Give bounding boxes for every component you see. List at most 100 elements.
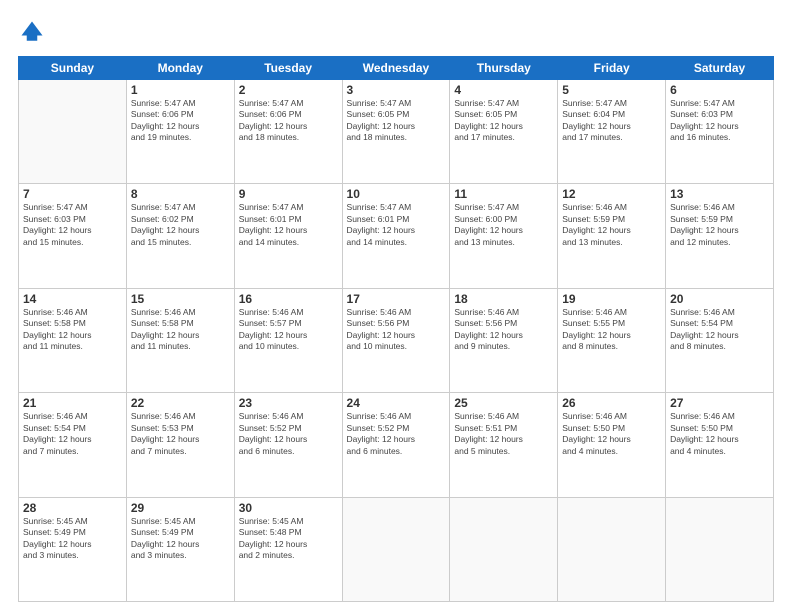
day-info: Sunrise: 5:47 AM Sunset: 6:06 PM Dayligh… xyxy=(131,98,230,144)
col-monday: Monday xyxy=(126,57,234,80)
col-thursday: Thursday xyxy=(450,57,558,80)
table-cell: 7Sunrise: 5:47 AM Sunset: 6:03 PM Daylig… xyxy=(19,184,127,288)
table-cell: 1Sunrise: 5:47 AM Sunset: 6:06 PM Daylig… xyxy=(126,80,234,184)
col-friday: Friday xyxy=(558,57,666,80)
day-number: 28 xyxy=(23,501,122,515)
day-info: Sunrise: 5:46 AM Sunset: 5:52 PM Dayligh… xyxy=(239,411,338,457)
table-cell: 20Sunrise: 5:46 AM Sunset: 5:54 PM Dayli… xyxy=(666,288,774,392)
week-row-3: 14Sunrise: 5:46 AM Sunset: 5:58 PM Dayli… xyxy=(19,288,774,392)
table-cell xyxy=(666,497,774,601)
table-cell: 23Sunrise: 5:46 AM Sunset: 5:52 PM Dayli… xyxy=(234,393,342,497)
table-cell: 25Sunrise: 5:46 AM Sunset: 5:51 PM Dayli… xyxy=(450,393,558,497)
day-number: 9 xyxy=(239,187,338,201)
table-cell xyxy=(558,497,666,601)
day-number: 11 xyxy=(454,187,553,201)
calendar-table: Sunday Monday Tuesday Wednesday Thursday… xyxy=(18,56,774,602)
day-info: Sunrise: 5:46 AM Sunset: 5:56 PM Dayligh… xyxy=(454,307,553,353)
day-info: Sunrise: 5:46 AM Sunset: 5:58 PM Dayligh… xyxy=(23,307,122,353)
table-cell: 9Sunrise: 5:47 AM Sunset: 6:01 PM Daylig… xyxy=(234,184,342,288)
day-number: 6 xyxy=(670,83,769,97)
day-number: 25 xyxy=(454,396,553,410)
table-cell: 30Sunrise: 5:45 AM Sunset: 5:48 PM Dayli… xyxy=(234,497,342,601)
day-info: Sunrise: 5:47 AM Sunset: 6:04 PM Dayligh… xyxy=(562,98,661,144)
day-info: Sunrise: 5:46 AM Sunset: 5:52 PM Dayligh… xyxy=(347,411,446,457)
day-info: Sunrise: 5:46 AM Sunset: 5:53 PM Dayligh… xyxy=(131,411,230,457)
day-info: Sunrise: 5:46 AM Sunset: 5:58 PM Dayligh… xyxy=(131,307,230,353)
table-cell: 22Sunrise: 5:46 AM Sunset: 5:53 PM Dayli… xyxy=(126,393,234,497)
day-number: 15 xyxy=(131,292,230,306)
logo-icon xyxy=(18,18,46,46)
day-number: 8 xyxy=(131,187,230,201)
day-number: 4 xyxy=(454,83,553,97)
table-cell: 16Sunrise: 5:46 AM Sunset: 5:57 PM Dayli… xyxy=(234,288,342,392)
col-wednesday: Wednesday xyxy=(342,57,450,80)
table-cell: 10Sunrise: 5:47 AM Sunset: 6:01 PM Dayli… xyxy=(342,184,450,288)
week-row-2: 7Sunrise: 5:47 AM Sunset: 6:03 PM Daylig… xyxy=(19,184,774,288)
header xyxy=(18,18,774,46)
table-cell: 2Sunrise: 5:47 AM Sunset: 6:06 PM Daylig… xyxy=(234,80,342,184)
table-cell xyxy=(450,497,558,601)
table-cell: 19Sunrise: 5:46 AM Sunset: 5:55 PM Dayli… xyxy=(558,288,666,392)
day-info: Sunrise: 5:46 AM Sunset: 5:57 PM Dayligh… xyxy=(239,307,338,353)
page: Sunday Monday Tuesday Wednesday Thursday… xyxy=(0,0,792,612)
day-info: Sunrise: 5:47 AM Sunset: 6:01 PM Dayligh… xyxy=(239,202,338,248)
table-cell: 17Sunrise: 5:46 AM Sunset: 5:56 PM Dayli… xyxy=(342,288,450,392)
week-row-4: 21Sunrise: 5:46 AM Sunset: 5:54 PM Dayli… xyxy=(19,393,774,497)
day-info: Sunrise: 5:46 AM Sunset: 5:50 PM Dayligh… xyxy=(670,411,769,457)
day-number: 20 xyxy=(670,292,769,306)
day-number: 1 xyxy=(131,83,230,97)
day-number: 3 xyxy=(347,83,446,97)
day-number: 10 xyxy=(347,187,446,201)
day-info: Sunrise: 5:45 AM Sunset: 5:48 PM Dayligh… xyxy=(239,516,338,562)
day-info: Sunrise: 5:46 AM Sunset: 5:55 PM Dayligh… xyxy=(562,307,661,353)
table-cell: 29Sunrise: 5:45 AM Sunset: 5:49 PM Dayli… xyxy=(126,497,234,601)
table-cell: 13Sunrise: 5:46 AM Sunset: 5:59 PM Dayli… xyxy=(666,184,774,288)
col-sunday: Sunday xyxy=(19,57,127,80)
day-number: 5 xyxy=(562,83,661,97)
day-number: 13 xyxy=(670,187,769,201)
day-number: 29 xyxy=(131,501,230,515)
day-info: Sunrise: 5:47 AM Sunset: 6:00 PM Dayligh… xyxy=(454,202,553,248)
table-cell: 6Sunrise: 5:47 AM Sunset: 6:03 PM Daylig… xyxy=(666,80,774,184)
day-info: Sunrise: 5:47 AM Sunset: 6:03 PM Dayligh… xyxy=(670,98,769,144)
table-cell: 21Sunrise: 5:46 AM Sunset: 5:54 PM Dayli… xyxy=(19,393,127,497)
day-number: 2 xyxy=(239,83,338,97)
day-number: 7 xyxy=(23,187,122,201)
day-info: Sunrise: 5:47 AM Sunset: 6:03 PM Dayligh… xyxy=(23,202,122,248)
day-number: 22 xyxy=(131,396,230,410)
day-info: Sunrise: 5:45 AM Sunset: 5:49 PM Dayligh… xyxy=(131,516,230,562)
day-info: Sunrise: 5:46 AM Sunset: 5:59 PM Dayligh… xyxy=(670,202,769,248)
week-row-1: 1Sunrise: 5:47 AM Sunset: 6:06 PM Daylig… xyxy=(19,80,774,184)
table-cell: 26Sunrise: 5:46 AM Sunset: 5:50 PM Dayli… xyxy=(558,393,666,497)
table-cell: 3Sunrise: 5:47 AM Sunset: 6:05 PM Daylig… xyxy=(342,80,450,184)
day-number: 21 xyxy=(23,396,122,410)
day-info: Sunrise: 5:46 AM Sunset: 5:56 PM Dayligh… xyxy=(347,307,446,353)
table-cell: 15Sunrise: 5:46 AM Sunset: 5:58 PM Dayli… xyxy=(126,288,234,392)
day-number: 27 xyxy=(670,396,769,410)
day-info: Sunrise: 5:47 AM Sunset: 6:05 PM Dayligh… xyxy=(454,98,553,144)
day-number: 30 xyxy=(239,501,338,515)
weekday-header-row: Sunday Monday Tuesday Wednesday Thursday… xyxy=(19,57,774,80)
table-cell: 28Sunrise: 5:45 AM Sunset: 5:49 PM Dayli… xyxy=(19,497,127,601)
day-number: 23 xyxy=(239,396,338,410)
day-number: 26 xyxy=(562,396,661,410)
day-info: Sunrise: 5:45 AM Sunset: 5:49 PM Dayligh… xyxy=(23,516,122,562)
table-cell: 11Sunrise: 5:47 AM Sunset: 6:00 PM Dayli… xyxy=(450,184,558,288)
table-cell: 27Sunrise: 5:46 AM Sunset: 5:50 PM Dayli… xyxy=(666,393,774,497)
table-cell: 5Sunrise: 5:47 AM Sunset: 6:04 PM Daylig… xyxy=(558,80,666,184)
day-number: 16 xyxy=(239,292,338,306)
col-saturday: Saturday xyxy=(666,57,774,80)
day-number: 17 xyxy=(347,292,446,306)
day-number: 12 xyxy=(562,187,661,201)
day-info: Sunrise: 5:46 AM Sunset: 5:51 PM Dayligh… xyxy=(454,411,553,457)
week-row-5: 28Sunrise: 5:45 AM Sunset: 5:49 PM Dayli… xyxy=(19,497,774,601)
table-cell: 24Sunrise: 5:46 AM Sunset: 5:52 PM Dayli… xyxy=(342,393,450,497)
col-tuesday: Tuesday xyxy=(234,57,342,80)
day-info: Sunrise: 5:47 AM Sunset: 6:06 PM Dayligh… xyxy=(239,98,338,144)
day-info: Sunrise: 5:47 AM Sunset: 6:01 PM Dayligh… xyxy=(347,202,446,248)
table-cell: 4Sunrise: 5:47 AM Sunset: 6:05 PM Daylig… xyxy=(450,80,558,184)
day-info: Sunrise: 5:46 AM Sunset: 5:54 PM Dayligh… xyxy=(670,307,769,353)
day-info: Sunrise: 5:47 AM Sunset: 6:05 PM Dayligh… xyxy=(347,98,446,144)
table-cell: 18Sunrise: 5:46 AM Sunset: 5:56 PM Dayli… xyxy=(450,288,558,392)
day-info: Sunrise: 5:46 AM Sunset: 5:59 PM Dayligh… xyxy=(562,202,661,248)
